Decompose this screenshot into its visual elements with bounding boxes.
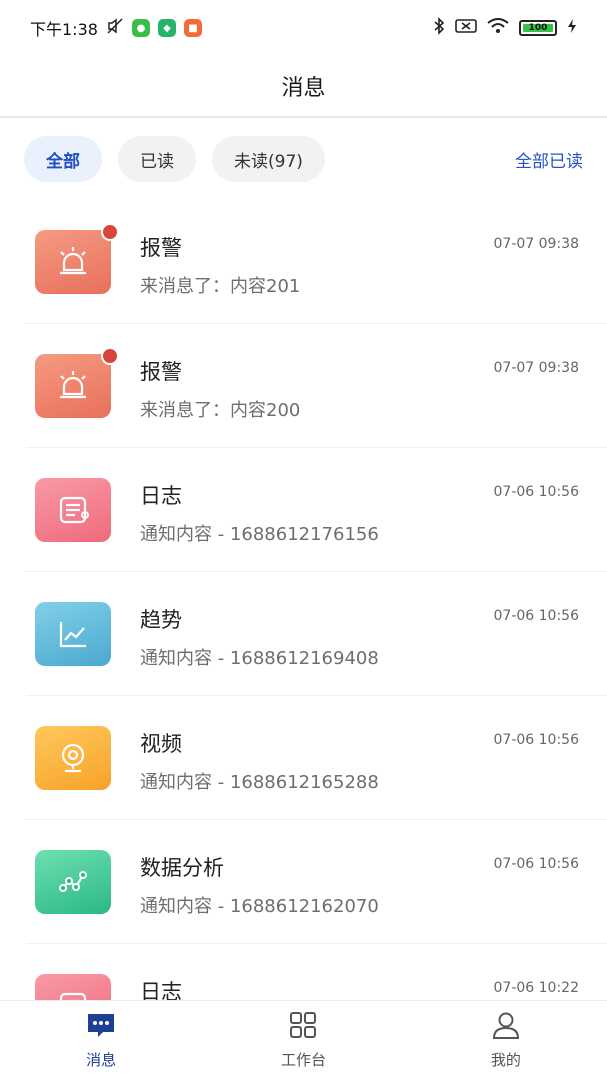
charging-icon: [567, 18, 577, 38]
battery-icon: 100: [519, 20, 557, 36]
mute-icon: [106, 17, 124, 39]
workbench-icon: [288, 1011, 318, 1043]
filter-all-chip[interactable]: 全部: [24, 136, 102, 182]
message-icon: [85, 1011, 117, 1043]
message-time: 07-06 10:56: [493, 484, 579, 500]
message-item[interactable]: 报警 来消息了：内容201 07-07 09:38: [26, 200, 607, 324]
user-icon: [491, 1011, 521, 1043]
tab-workbench[interactable]: 工作台: [202, 1001, 404, 1080]
message-item[interactable]: 日志 通知内容 - 1688612176156 07-06 10:56: [26, 448, 607, 572]
message-title: 报警: [140, 360, 182, 384]
tab-label: 我的: [490, 1051, 521, 1069]
wifi-icon: [487, 18, 509, 38]
message-time: 07-07 09:38: [493, 236, 579, 252]
message-time: 07-06 10:56: [493, 856, 579, 872]
message-title: 报警: [140, 236, 182, 260]
tab-label: 工作台: [280, 1051, 326, 1069]
mark-all-read-button[interactable]: 全部已读: [515, 147, 583, 172]
status-bar-right: 100: [433, 17, 577, 39]
log-icon: [35, 974, 111, 1000]
tab-messages[interactable]: 消息: [0, 1001, 202, 1080]
trend-chart-icon: [35, 602, 111, 666]
message-item[interactable]: 视频 通知内容 - 1688612165288 07-06 10:56: [26, 696, 607, 820]
message-time: 07-06 10:56: [493, 732, 579, 748]
tab-profile[interactable]: 我的: [405, 1001, 607, 1080]
message-title: 趋势: [140, 608, 182, 632]
message-content: 通知内容 - 1688612169408: [140, 648, 379, 669]
message-item[interactable]: 报警 来消息了：内容200 07-07 09:38: [26, 324, 607, 448]
message-time: 07-07 09:38: [493, 360, 579, 376]
message-content: 来消息了：内容201: [140, 276, 301, 297]
bottom-tab-bar: 消息 工作台 我的: [0, 1000, 607, 1080]
message-content: 来消息了：内容200: [140, 400, 301, 421]
app-badge-icon: ■: [183, 19, 202, 37]
filter-unread-chip[interactable]: 未读(97): [212, 136, 325, 182]
tab-label: 消息: [86, 1051, 117, 1069]
message-item[interactable]: 日志 07-06 10:22: [26, 944, 607, 1000]
message-item[interactable]: 趋势 通知内容 - 1688612169408 07-06 10:56: [26, 572, 607, 696]
message-title: 日志: [140, 484, 182, 508]
unread-dot: [101, 223, 119, 241]
page-title: 消息: [281, 76, 326, 101]
data-analysis-icon: [35, 850, 111, 914]
status-time: 下午1:38: [30, 20, 98, 39]
shield-icon: ◆: [157, 19, 176, 37]
message-title: 视频: [140, 732, 182, 756]
log-icon: [35, 478, 111, 542]
camera-icon: [35, 726, 111, 790]
no-sim-icon: [455, 18, 477, 38]
unread-dot: [101, 347, 119, 365]
message-content: 通知内容 - 1688612165288: [140, 772, 379, 793]
message-list: 报警 来消息了：内容201 07-07 09:38 报警 来消息了：内容200 …: [0, 200, 607, 1000]
message-item[interactable]: 数据分析 通知内容 - 1688612162070 07-06 10:56: [26, 820, 607, 944]
message-content: 通知内容 - 1688612162070: [140, 896, 379, 917]
message-content: 通知内容 - 1688612176156: [140, 524, 379, 545]
message-time: 07-06 10:56: [493, 608, 579, 624]
message-title: 数据分析: [140, 856, 224, 880]
alarm-icon: [35, 230, 111, 294]
app-notify-icon: ●: [131, 19, 150, 37]
bluetooth-icon: [433, 17, 445, 39]
battery-level: 100: [528, 23, 548, 33]
page-header: 消息: [0, 56, 607, 118]
filter-bar: 全部 已读 未读(97) 全部已读: [0, 120, 607, 198]
filter-read-chip[interactable]: 已读: [118, 136, 196, 182]
alarm-icon: [35, 354, 111, 418]
message-time: 07-06 10:22: [493, 980, 579, 996]
message-title: 日志: [140, 980, 182, 1000]
status-bar: 下午1:38 ● ◆ ■ 100: [0, 0, 607, 56]
status-bar-left: 下午1:38 ● ◆ ■: [30, 16, 202, 40]
